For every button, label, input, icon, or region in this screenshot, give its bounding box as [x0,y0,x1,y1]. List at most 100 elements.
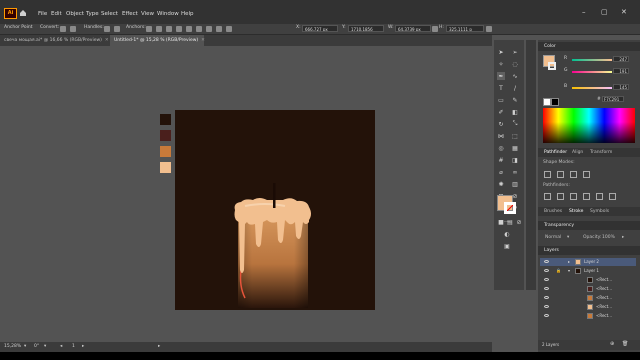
visibility-eye-icon[interactable] [544,260,549,263]
layer-row-layer-1[interactable]: 🔒 ▾ Layer 1 [540,267,636,275]
lasso-icon[interactable]: ◌ [511,60,519,68]
chevron-down-icon[interactable]: ▾ [24,344,26,349]
prev-artboard-icon[interactable]: ◂ [60,344,62,349]
x-field[interactable]: 666,727 px [302,25,338,32]
white-swatch[interactable] [543,98,551,106]
distribute-icon[interactable] [196,26,202,32]
pen-tool-icon[interactable]: ✒ [497,72,505,80]
w-field[interactable]: 64,3739 px [395,25,431,32]
crop-icon[interactable] [583,193,590,200]
zoom-level[interactable]: 15,28% [4,344,21,349]
paintbrush-icon[interactable]: ✎ [511,96,519,104]
tab-align[interactable]: Align [572,150,583,155]
scale-icon[interactable]: ⤡ [511,120,519,128]
stroke-color-box[interactable] [504,202,516,214]
sublayer-row[interactable]: <Rect... [540,294,636,302]
remove-anchor-icon[interactable] [146,26,152,32]
unite-icon[interactable] [544,171,551,178]
show-handles-icon[interactable] [104,26,110,32]
shaper-icon[interactable]: ✐ [497,108,505,116]
sublayer-row[interactable]: <Rect... [540,312,636,320]
visibility-eye-icon[interactable] [544,296,549,299]
swatch-peach[interactable] [160,162,171,173]
artboard[interactable] [175,110,375,310]
type-tool-icon[interactable]: T [497,84,505,92]
menu-type[interactable]: Type [86,11,99,17]
isolate-icon[interactable] [176,26,182,32]
delete-layer-icon[interactable]: 🗑 [622,341,628,347]
none-mode-icon[interactable]: ⊘ [515,218,523,226]
trim-icon[interactable] [557,193,564,200]
candle-illustration[interactable] [175,110,375,310]
tab-pathfinder[interactable]: Pathfinder [544,150,567,155]
hide-handles-icon[interactable] [114,26,120,32]
chevron-right-icon[interactable]: ▸ [622,235,624,240]
color-mode-icon[interactable]: ■ [497,218,505,226]
tab-brushes[interactable]: Brushes [544,209,562,214]
perspective-icon[interactable]: ▦ [511,144,519,152]
visibility-eye-icon[interactable] [544,269,549,272]
color-panel-title[interactable]: Color [538,42,640,51]
object-name[interactable]: <Rect... [596,303,612,311]
intersect-icon[interactable] [570,171,577,178]
free-transform-icon[interactable]: ⬚ [511,132,519,140]
graph-icon[interactable]: ▥ [511,180,519,188]
rectangle-tool-icon[interactable]: ▭ [497,96,505,104]
menu-window[interactable]: Window [157,11,179,17]
close-tab-icon[interactable]: ✕ [105,38,109,43]
maximize-icon[interactable]: ▢ [601,8,608,16]
tab-transform[interactable]: Transform [590,150,612,155]
rotate-icon[interactable]: ↻ [497,120,505,128]
color-stroke-swatch[interactable] [548,62,556,70]
next-artboard-icon[interactable]: ▸ [82,344,84,349]
menu-object[interactable]: Object [66,11,84,17]
align-icon[interactable] [186,26,192,32]
selection-tool-icon[interactable]: ➤ [497,48,505,56]
sublayer-row[interactable]: <Rect... [540,285,636,293]
tab-svecha[interactable]: свеча мощая.ai* @ 16,66 % (RGB/Preview) ✕ [0,35,109,46]
divide-icon[interactable] [544,193,551,200]
menu-select[interactable]: Select [101,11,118,17]
outline-icon[interactable] [596,193,603,200]
blend-icon[interactable]: ∞ [511,168,519,176]
object-name[interactable]: <Rect... [596,294,612,302]
lock-icon[interactable]: 🔒 [556,267,561,275]
hex-field[interactable]: F7C291 [602,96,624,102]
tab-untitled[interactable]: Untitled-1* @ 15,28 % (RGB/Preview) ✕ [110,35,205,46]
cut-path-icon[interactable] [166,26,172,32]
width-tool-icon[interactable]: ⋈ [497,132,505,140]
sublayer-row[interactable]: <Rect... [540,276,636,284]
black-swatch[interactable] [551,98,559,106]
r-field[interactable]: 247 [613,56,629,62]
menu-effect[interactable]: Effect [122,11,138,17]
layer-name[interactable]: Layer 2 [584,258,599,266]
screen-mode-icon[interactable]: ▣ [503,242,511,250]
magic-wand-icon[interactable]: ✧ [497,60,505,68]
shape-builder-icon[interactable]: ◎ [497,144,505,152]
connect-anchor-icon[interactable] [156,26,162,32]
y-field[interactable]: 1710,1856 [348,25,384,32]
rotation-angle[interactable]: 0° [34,344,39,349]
eraser-icon[interactable]: ◧ [511,108,519,116]
close-tab-icon[interactable]: ✕ [201,38,205,43]
blend-mode-select[interactable]: Normal [545,235,561,240]
r-slider[interactable] [572,59,612,61]
visibility-eye-icon[interactable] [544,278,549,281]
artboard-number[interactable]: 1 [72,344,75,349]
reference-point-icon[interactable] [226,26,232,32]
g-slider[interactable] [572,71,612,73]
menu-edit[interactable]: Edit [51,11,62,17]
exclude-icon[interactable] [583,171,590,178]
menu-view[interactable]: View [141,11,154,17]
expand-arrow-icon[interactable]: ▸ [568,258,570,266]
chevron-down-icon[interactable]: ▾ [567,235,569,240]
curvature-icon[interactable]: ∿ [511,72,519,80]
swatch-dark-brown[interactable] [160,114,171,125]
direct-selection-tool-icon[interactable]: ➢ [511,48,519,56]
mesh-icon[interactable]: # [497,156,505,164]
object-name[interactable]: <Rect... [596,285,612,293]
home-icon[interactable] [19,9,27,17]
g-field[interactable]: 191 [613,68,629,74]
visibility-eye-icon[interactable] [544,287,549,290]
transform-icon[interactable] [206,26,212,32]
